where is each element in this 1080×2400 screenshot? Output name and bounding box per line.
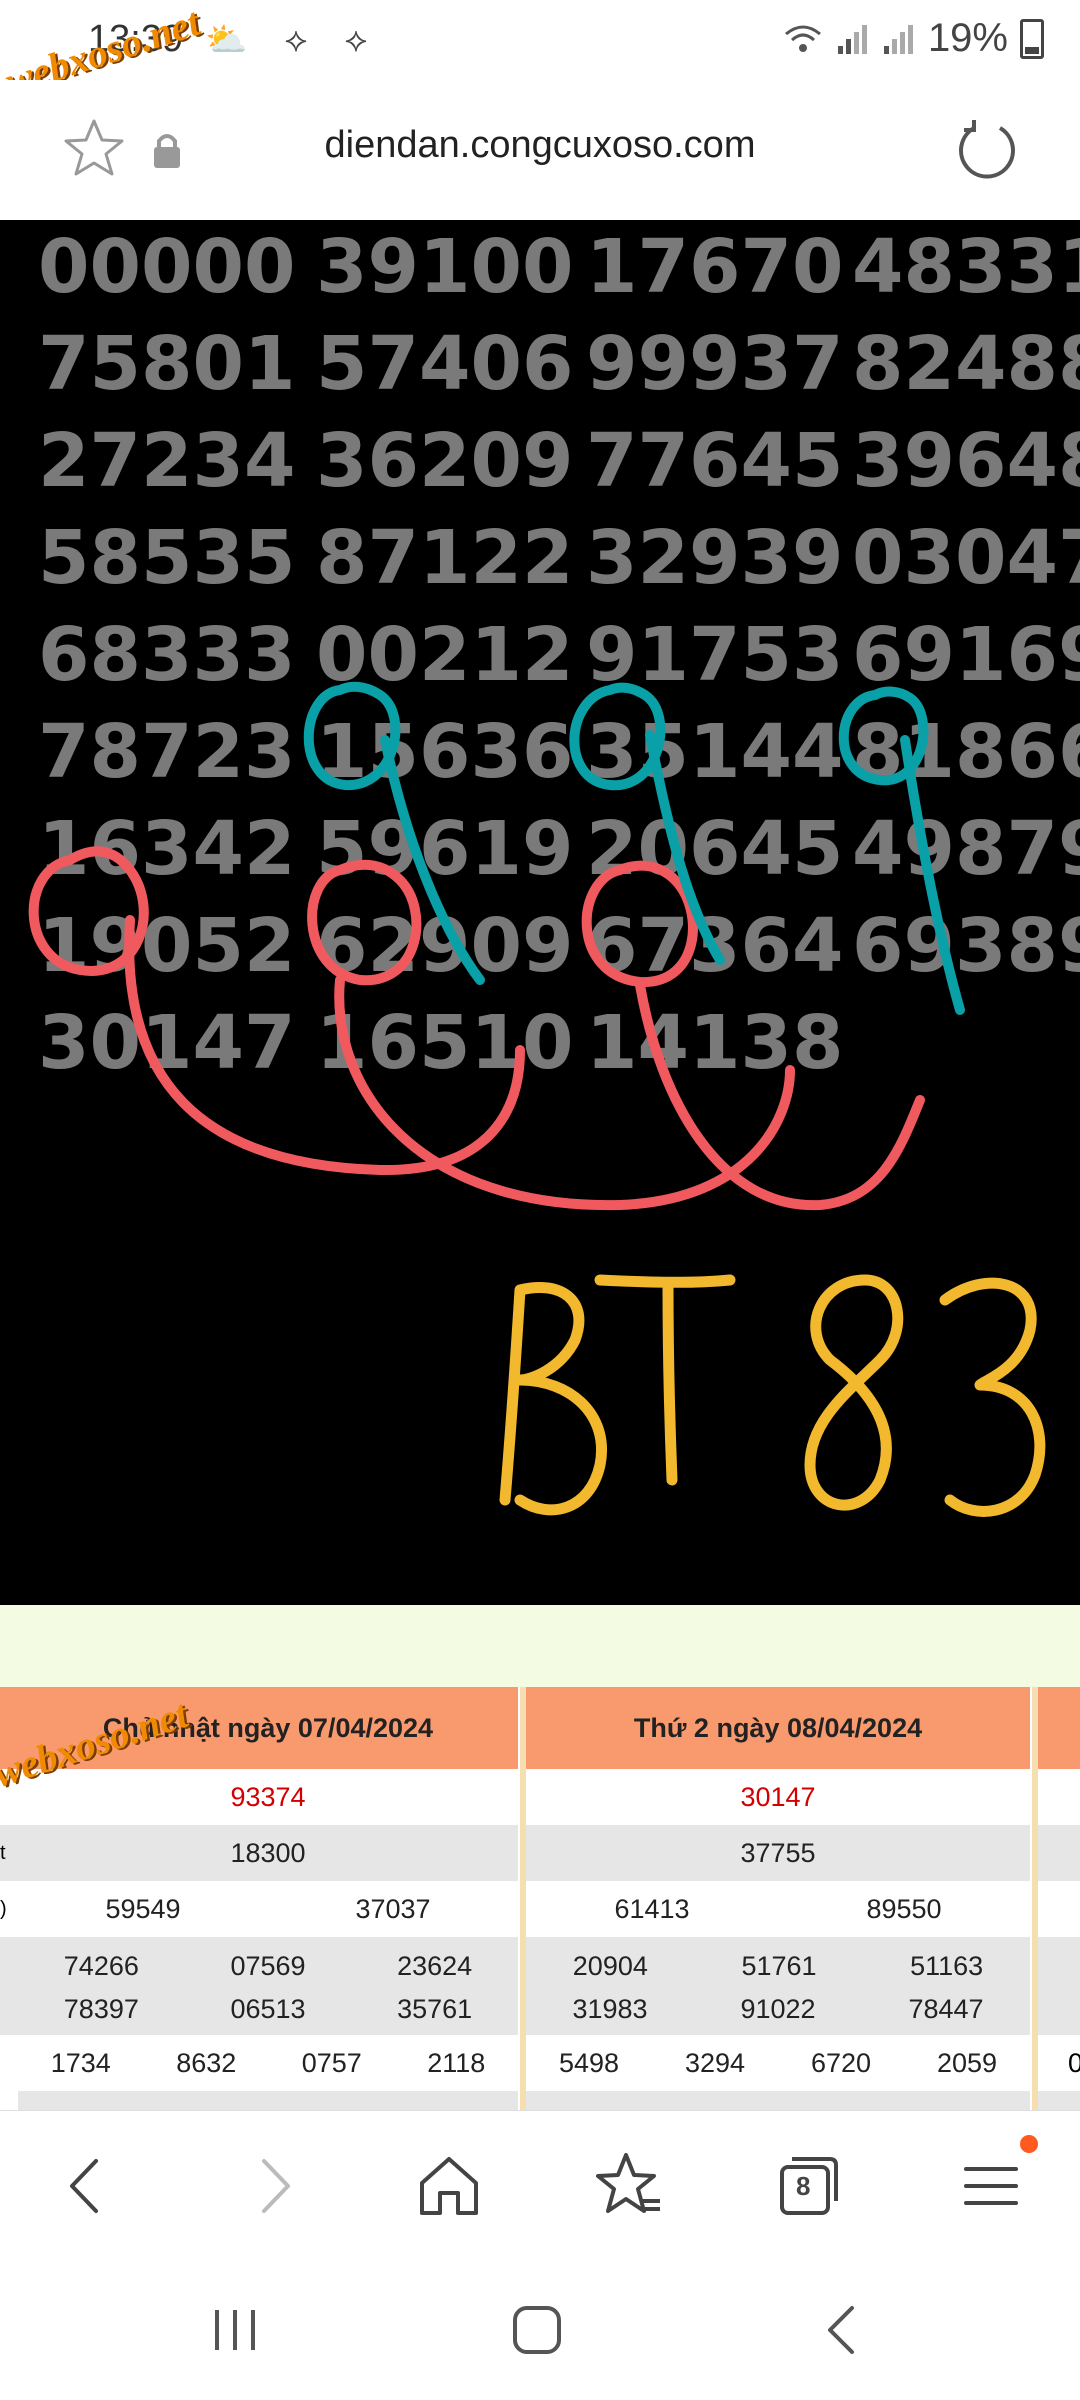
grid-number: 17670 — [586, 224, 843, 310]
handwritten-note: BT 83 — [770, 1462, 797, 1473]
signal-icon-2 — [883, 24, 913, 54]
third-prize: 74266 — [63, 1950, 139, 1981]
row-label: ) — [0, 1881, 18, 1937]
special-prize: 93374 — [230, 1781, 306, 1812]
grid-number: 48331 — [852, 224, 1080, 310]
tabs-button[interactable]: 8 — [772, 2149, 846, 2223]
lottery-number-image: 00000391001767048331 75801574069993782488… — [0, 220, 1080, 1605]
grid-number: 59619 — [316, 806, 573, 892]
handwritten-8 — [804, 1274, 904, 1511]
first-prize: 37755 — [740, 1837, 816, 1868]
forward-arrow-icon[interactable] — [236, 2149, 310, 2223]
reload-icon[interactable] — [954, 116, 1020, 182]
fourth-prize: 8632 — [176, 2047, 237, 2078]
grid-number: 87122 — [316, 515, 573, 601]
grid-number: 00000 — [38, 224, 295, 310]
grid-number: 99937 — [586, 321, 843, 407]
third-prize: 78397 — [63, 1993, 139, 2024]
grid-number: 03047 — [852, 515, 1080, 601]
wifi-icon — [784, 25, 821, 52]
fourth-prize: 0 — [1038, 2035, 1080, 2091]
third-prize: 35761 — [397, 1993, 473, 2024]
home-icon[interactable] — [412, 2149, 486, 2223]
grid-number: 69169 — [852, 612, 1080, 698]
fourth-prize: 0757 — [301, 2047, 362, 2078]
grid-number: 19052 — [38, 903, 295, 989]
fourth-prize: 3294 — [684, 2047, 746, 2078]
results-table: t ) Chủ nhật ngày 07/04/2024 93374 18300… — [0, 1687, 1080, 2110]
browser-url-bar: diendan.congcuxoso.com — [0, 80, 1080, 220]
fourth-prize: 5498 — [558, 2047, 620, 2078]
signal-icon — [837, 24, 867, 54]
grid-number: 39100 — [316, 224, 573, 310]
grid-number: 20645 — [586, 806, 843, 892]
grid-number: 32939 — [586, 515, 843, 601]
row-label: t — [0, 1825, 18, 1881]
third-prize: 51761 — [741, 1950, 817, 1981]
tab-count: 8 — [796, 2171, 811, 2201]
back-arrow-icon[interactable] — [50, 2149, 124, 2223]
second-prize: 61413 — [614, 1893, 690, 1924]
fourth-prize: 2118 — [427, 2047, 486, 2078]
grid-number: 77645 — [586, 418, 843, 504]
third-prize: 23624 — [397, 1950, 473, 1981]
back-chevron-icon[interactable] — [812, 2300, 872, 2360]
third-prize: 91022 — [740, 1993, 816, 2024]
grid-number: 27234 — [38, 418, 295, 504]
grid-number: 49879 — [852, 806, 1080, 892]
browser-nav-bar: 8 — [0, 2110, 1080, 2261]
battery-icon — [1020, 18, 1044, 59]
battery-percent: 19% — [927, 16, 1008, 60]
handwritten-t — [594, 1274, 736, 1486]
grid-number: 57406 — [316, 321, 573, 407]
number-grid-svg: 00000391001767048331 75801574069993782488… — [28, 224, 1080, 1517]
grid-number: 69389 — [852, 903, 1080, 989]
page-strip — [0, 1605, 1080, 1687]
status-right: 19% — [782, 16, 1044, 61]
grid-number: 82488 — [852, 321, 1080, 407]
fourth-prize: 2059 — [936, 2047, 998, 2078]
third-prize: 06513 — [230, 1993, 306, 2024]
fourth-prize: 6720 — [810, 2047, 872, 2078]
grid-number: 36209 — [316, 418, 573, 504]
third-prize: 78447 — [908, 1993, 984, 2024]
bookmarks-star-icon[interactable] — [592, 2149, 666, 2223]
grid-number: 30147 — [38, 1000, 295, 1086]
third-prize: 31983 — [572, 1993, 648, 2024]
recents-icon[interactable] — [205, 2300, 265, 2360]
special-prize: 30147 — [740, 1781, 816, 1812]
third-prize: 20904 — [572, 1950, 648, 1981]
grid-number: 58535 — [38, 515, 295, 601]
second-prize: 59549 — [105, 1893, 181, 1924]
fourth-prize: 1734 — [50, 2047, 111, 2078]
menu-icon — [964, 2167, 1018, 2205]
handwritten-b — [499, 1281, 607, 1516]
notification-dot-icon — [1020, 2135, 1038, 2153]
grid-number: 78723 — [38, 709, 295, 795]
column-header: Thứ 2 ngày 08/04/2024 — [526, 1687, 1030, 1769]
grid-number: 14138 — [586, 1000, 843, 1086]
third-prize: 51163 — [910, 1950, 984, 1981]
notification-icons: ⛅ ⟡ ⟡ — [205, 21, 382, 59]
second-prize: 89550 — [866, 1893, 942, 1924]
system-nav-bar — [0, 2260, 1080, 2400]
url-text[interactable]: diendan.congcuxoso.com — [0, 124, 1080, 167]
grid-number: 39648 — [852, 418, 1080, 504]
home-square-icon[interactable] — [507, 2300, 567, 2360]
grid-number: 75801 — [38, 321, 295, 407]
second-prize: 37037 — [355, 1893, 431, 1924]
result-column-partial: 0 — [1038, 1687, 1080, 2110]
handwritten-3 — [939, 1277, 1046, 1517]
menu-button[interactable] — [954, 2135, 1038, 2223]
grid-number: 68333 — [38, 612, 295, 698]
third-prize: 07569 — [230, 1950, 306, 1981]
result-column-1: Thứ 2 ngày 08/04/2024 30147 37755 61413 8… — [526, 1687, 1030, 2110]
grid-number: 16342 — [38, 806, 295, 892]
first-prize: 18300 — [230, 1837, 306, 1868]
